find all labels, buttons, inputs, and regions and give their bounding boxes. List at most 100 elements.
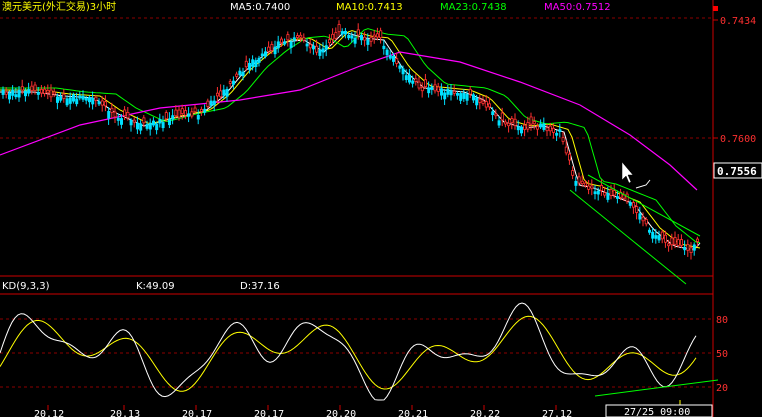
candle-body (379, 30, 383, 38)
ma10-label: MA10:0.7413 (336, 2, 403, 13)
chart-canvas[interactable]: 澳元美元(外汇交易)3小时 MA5:0.7400 MA10:0.7413 MA2… (0, 0, 762, 417)
candle (139, 120, 143, 135)
candle-body (574, 180, 578, 186)
candle-body (190, 111, 194, 117)
candle-body (139, 123, 143, 131)
candle-body (235, 73, 239, 77)
candle-body (513, 118, 517, 126)
candle (587, 180, 591, 195)
candle (542, 117, 546, 132)
candle-body (215, 92, 219, 97)
candle-body (7, 92, 11, 100)
candle (286, 31, 290, 47)
candle-body (59, 96, 63, 101)
candle-body (564, 146, 568, 154)
candle-body (177, 109, 181, 118)
candle-body (372, 34, 376, 38)
candle (446, 84, 450, 98)
candle-body (334, 32, 338, 39)
candle-body (449, 90, 453, 96)
channel-upper-line[interactable] (587, 174, 701, 237)
candle-body (107, 110, 111, 119)
candle-body (27, 89, 31, 94)
channel-lower-line[interactable] (569, 189, 687, 285)
candle (670, 233, 674, 250)
candle-body (427, 87, 431, 94)
candle (219, 84, 223, 99)
kd-ytick-label: 50 (716, 349, 728, 360)
candle (651, 227, 655, 243)
corner-marker (713, 6, 718, 11)
candle-body (382, 45, 386, 50)
candle-body (468, 88, 472, 95)
candle-body (11, 89, 15, 96)
candle-body (555, 132, 559, 136)
candle (593, 185, 597, 200)
candle-body (155, 123, 159, 131)
candle-body (273, 46, 277, 55)
candle-body (321, 48, 325, 53)
candle-body (455, 92, 459, 96)
candle (545, 123, 549, 137)
kd-gridlines (0, 318, 713, 388)
candle-body (439, 88, 443, 96)
candle (468, 86, 472, 98)
candle-body (270, 44, 274, 51)
candle-body (459, 93, 463, 101)
candle-body (507, 122, 511, 127)
candle-body (46, 89, 50, 94)
candle (635, 200, 639, 220)
candle (104, 95, 108, 112)
xtick-label: 20.13 (110, 409, 140, 417)
candle (478, 94, 482, 110)
candle-body (539, 123, 543, 128)
candle-body (683, 246, 687, 251)
kd-lines (0, 302, 697, 401)
candle-body (30, 85, 34, 91)
candle-body (478, 98, 482, 103)
candle-body (187, 113, 191, 117)
candle (574, 176, 578, 192)
candle-body (65, 98, 69, 106)
candle-body (17, 89, 21, 98)
candle (155, 121, 159, 135)
candle-body (203, 108, 207, 113)
ma23-label: MA23:0.7438 (440, 2, 507, 13)
candle-body (692, 244, 696, 251)
drawn-annotation-line (635, 179, 651, 189)
candle-body (548, 125, 552, 132)
candle (407, 68, 411, 85)
k-value-label: K:49.09 (136, 281, 175, 292)
candle-body (299, 34, 303, 38)
candle-body (283, 41, 287, 45)
candle-body (23, 90, 27, 97)
candle-body (14, 94, 18, 98)
candle-body (331, 33, 335, 40)
candle-body (596, 190, 600, 195)
candle (692, 242, 696, 256)
candle-body (648, 229, 652, 233)
candle-body (635, 206, 639, 213)
candle-body (644, 219, 648, 225)
candle (68, 92, 72, 110)
candle (423, 73, 427, 89)
candle-body (254, 60, 258, 67)
candle-body (279, 38, 283, 44)
candle-body (552, 127, 556, 133)
candle (199, 106, 203, 116)
candle (481, 95, 485, 106)
candle (167, 112, 171, 129)
candle-body (311, 45, 315, 50)
candle-body (4, 91, 8, 95)
d-value-label: D:37.16 (240, 281, 280, 292)
kd-trend-line[interactable] (594, 379, 719, 397)
candle (174, 105, 178, 119)
candle-body (315, 45, 319, 53)
candle-body (632, 202, 636, 208)
candle-body (62, 93, 66, 99)
candle-body (100, 100, 104, 106)
candle-body (603, 192, 607, 196)
candle-body (497, 120, 501, 126)
candle-body (398, 65, 402, 69)
candle-body (423, 79, 427, 87)
